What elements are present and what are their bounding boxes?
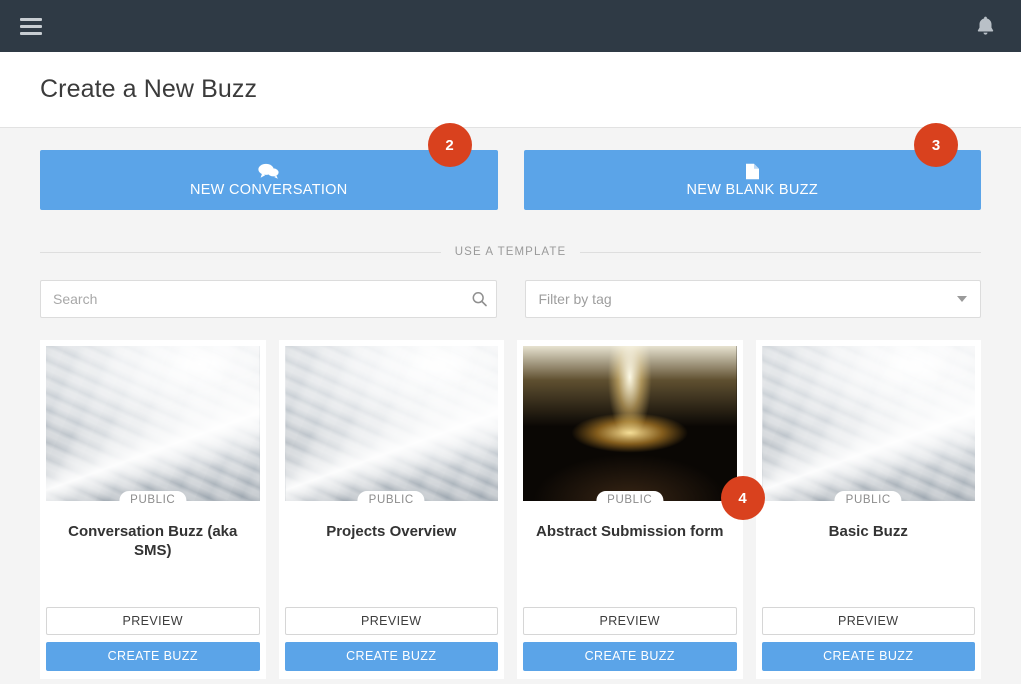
new-blank-buzz-button[interactable]: NEW BLANK BUZZ 3 [523,123,981,210]
template-thumbnail-image [761,346,975,501]
search-input[interactable] [40,280,497,318]
preview-button[interactable]: PREVIEW [523,606,737,635]
template-title: Conversation Buzz (aka SMS) [68,523,238,559]
card-spacer [46,561,260,607]
card-spacer [285,542,499,607]
page-header: Create a New Buzz [0,52,1021,128]
template-title: Basic Buzz [828,523,908,540]
template-thumbnail-image [284,346,498,501]
filter-by-tag-label: Filter by tag [538,291,612,307]
template-card[interactable]: PUBLIC Conversation Buzz (aka SMS) PREVI… [40,340,266,679]
file-icon [745,163,760,180]
template-thumbnail-wrapper: PUBLIC [284,346,498,510]
card-spacer [523,542,737,607]
template-title: Abstract Submission form [535,523,724,540]
preview-button[interactable]: PREVIEW [761,606,975,635]
hamburger-menu-icon[interactable] [10,0,52,52]
template-card-grid: PUBLIC Conversation Buzz (aka SMS) PREVI… [40,340,981,684]
visibility-badge: PUBLIC [357,491,425,510]
template-title: Projects Overview [326,523,457,540]
step-badge-2: 2 [427,123,472,167]
template-thumbnail-wrapper: PUBLIC [761,346,975,510]
search-icon[interactable] [472,292,487,307]
hamburger-bar [20,24,42,28]
hamburger-bar [20,17,42,21]
use-a-template-divider: USE A TEMPLATE [40,246,981,258]
new-conversation-label: NEW CONVERSATION [189,181,348,198]
template-thumbnail-wrapper: PUBLIC [46,346,260,510]
template-thumbnail-wrapper: PUBLIC [523,346,737,510]
notifications-bell-icon[interactable] [961,0,1009,52]
comments-icon [258,163,279,180]
filter-by-tag-select[interactable]: Filter by tag [524,280,981,318]
template-filters-row: Filter by tag [40,280,981,318]
top-navbar [0,0,1021,52]
main-content: NEW CONVERSATION 2 NEW BLANK BUZZ 3 USE … [0,123,1021,684]
preview-button[interactable]: PREVIEW [46,606,260,635]
step-badge-3: 3 [914,123,958,167]
search-field-wrapper [40,280,497,318]
template-card[interactable]: PUBLIC Projects Overview PREVIEW CREATE … [278,340,504,679]
tag-filter-wrapper: Filter by tag [524,280,981,318]
hamburger-bar [20,31,42,35]
card-spacer [762,542,976,607]
create-actions-row: NEW CONVERSATION 2 NEW BLANK BUZZ 3 [40,123,981,210]
use-a-template-label: USE A TEMPLATE [454,246,567,258]
step-badge-4: 4 [720,476,765,520]
create-buzz-button[interactable]: CREATE BUZZ [761,641,975,671]
template-thumbnail-image [523,346,737,501]
template-card[interactable]: PUBLIC Abstract Submission form PREVIEW … [517,340,765,679]
create-buzz-button[interactable]: CREATE BUZZ [523,641,737,671]
new-blank-buzz-label: NEW BLANK BUZZ [686,181,818,198]
visibility-badge: PUBLIC [596,491,664,510]
create-buzz-button[interactable]: CREATE BUZZ [46,641,260,671]
create-buzz-button[interactable]: CREATE BUZZ [284,641,498,671]
template-card[interactable]: PUBLIC Basic Buzz PREVIEW CREATE BUZZ [755,340,981,679]
new-conversation-button[interactable]: NEW CONVERSATION 2 [40,123,498,210]
visibility-badge: PUBLIC [834,491,902,510]
template-thumbnail-image [46,346,260,501]
page-title: Create a New Buzz [40,75,258,103]
visibility-badge: PUBLIC [119,491,187,510]
preview-button[interactable]: PREVIEW [284,606,498,635]
